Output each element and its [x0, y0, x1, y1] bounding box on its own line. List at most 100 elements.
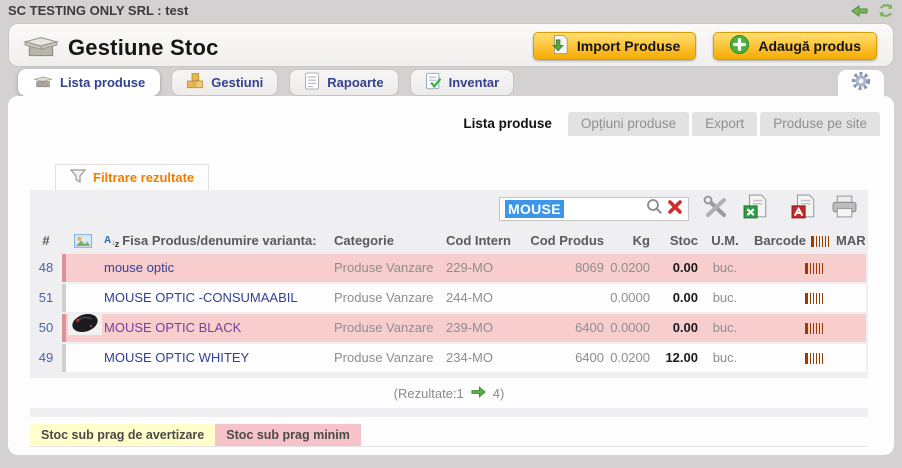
cubes-icon: [186, 72, 204, 93]
stock-legend: Stoc sub prag de avertizare Stoc sub pra…: [30, 424, 868, 447]
tools-icon[interactable]: [703, 195, 729, 224]
um-cell: buc.: [702, 284, 748, 312]
report-document-icon: [304, 72, 320, 93]
plus-circle-icon: [729, 34, 750, 58]
cod-produs-cell: [520, 284, 608, 312]
category-cell: Produse Vanzare: [334, 254, 446, 282]
stock-box-icon: [23, 32, 59, 63]
barcode-icon[interactable]: [805, 352, 824, 364]
results-summary: (Rezultate:1 4): [30, 378, 868, 408]
tab-gestiuni-label: Gestiuni: [211, 75, 264, 90]
um-cell: buc.: [702, 254, 748, 282]
row-number: 48: [38, 260, 54, 275]
tab-rapoarte-label: Rapoarte: [327, 75, 384, 90]
header-category: Categorie: [334, 233, 394, 248]
table-row[interactable]: 50 MOUSE OPTIC BLACK Produse Vanzare 239…: [30, 314, 868, 342]
subtab-lista-produse[interactable]: Lista produse: [450, 112, 565, 136]
table-header-row: # A ↓ z Fisa Produs/denumire varianta: Cat…: [30, 228, 868, 254]
kg-cell: 0.0200: [608, 254, 654, 282]
barcode-icon[interactable]: [805, 292, 824, 304]
search-input[interactable]: MOUSE: [499, 197, 689, 221]
cod-intern-cell: 239-MO: [446, 314, 520, 342]
header-num: #: [42, 233, 50, 248]
settings-tab[interactable]: [838, 70, 884, 96]
gear-icon: [850, 70, 872, 97]
page-title: Gestiune Stoc: [68, 34, 219, 60]
sort-az-icon[interactable]: A ↓ z: [104, 234, 119, 249]
stoc-cell: 0.00: [654, 314, 702, 342]
product-link[interactable]: mouse optic: [104, 260, 174, 275]
subtab-export[interactable]: Export: [692, 112, 758, 136]
category-cell: Produse Vanzare: [334, 314, 446, 342]
add-product-button[interactable]: Adaugă produs: [713, 32, 877, 60]
product-link[interactable]: MOUSE OPTIC BLACK: [104, 320, 241, 335]
table-row[interactable]: 51 MOUSE OPTIC -CONSUMAABIL Produse Vanz…: [30, 284, 868, 312]
tab-inventar-label: Inventar: [448, 75, 500, 90]
table-row[interactable]: 48 mouse optic Produse Vanzare 229-MO 80…: [30, 254, 868, 282]
header-name: Fisa Produs/denumire varianta:: [122, 233, 317, 248]
table-row[interactable]: 49 MOUSE OPTIC WHITEY Produse Vanzare 23…: [30, 344, 868, 372]
mar-cell: [836, 254, 866, 282]
search-input-value: MOUSE: [505, 200, 564, 218]
mar-cell: [836, 314, 866, 342]
green-arrow-icon: [471, 385, 486, 401]
row-number: 49: [38, 350, 54, 365]
mar-cell: [836, 284, 866, 312]
subtab-optiuni-produse-label: Opțiuni produse: [580, 116, 677, 131]
filter-results-button[interactable]: Filtrare rezultate: [55, 164, 210, 190]
row-number: 50: [38, 320, 54, 335]
tab-gestiuni[interactable]: Gestiuni: [171, 69, 279, 96]
category-cell: Produse Vanzare: [334, 284, 446, 312]
refresh-icon[interactable]: [878, 3, 894, 18]
export-excel-icon[interactable]: [743, 194, 769, 225]
cod-produs-cell: 8069: [520, 254, 608, 282]
header-barcode: Barcode: [753, 233, 806, 248]
top-bar: SC TESTING ONLY SRL : test: [0, 0, 902, 22]
product-link[interactable]: MOUSE OPTIC WHITEY: [104, 350, 249, 365]
import-products-button[interactable]: Import Produse: [532, 32, 697, 60]
main-tab-bar: Lista produse Gestiuni Rapoarte Inventar: [18, 69, 515, 96]
mar-cell: [836, 344, 866, 372]
header-kg: Kg: [632, 233, 650, 248]
category-cell: Produse Vanzare: [334, 344, 446, 372]
import-products-label: Import Produse: [576, 38, 681, 54]
back-arrow-icon[interactable]: [851, 4, 868, 18]
um-cell: buc.: [702, 314, 748, 342]
tab-lista-produse-label: Lista produse: [60, 75, 146, 90]
product-image-cell: [62, 254, 104, 282]
filter-results-label: Filtrare rezultate: [93, 170, 195, 185]
subtab-optiuni-produse[interactable]: Opțiuni produse: [567, 112, 690, 136]
import-document-icon: [549, 34, 569, 58]
stoc-cell: 12.00: [654, 344, 702, 372]
export-pdf-icon[interactable]: [791, 194, 817, 225]
results-prefix: (Rezultate:1: [393, 385, 464, 401]
tab-inventar[interactable]: Inventar: [409, 69, 515, 96]
cod-produs-cell: 6400: [520, 314, 608, 342]
product-image-cell: [62, 314, 104, 342]
search-icon[interactable]: [646, 198, 663, 220]
cod-intern-cell: 234-MO: [446, 344, 520, 372]
content-panel: Lista produse Opțiuni produse Export Pro…: [8, 96, 894, 455]
tab-lista-produse[interactable]: Lista produse: [18, 69, 161, 96]
page-header: Gestiune Stoc Import Produse Adaugă prod…: [8, 23, 894, 67]
tab-rapoarte[interactable]: Rapoarte: [289, 69, 399, 96]
product-link[interactable]: MOUSE OPTIC -CONSUMAABIL: [104, 290, 298, 305]
clear-search-icon[interactable]: [667, 198, 683, 220]
um-cell: buc.: [702, 344, 748, 372]
product-table-area: MOUSE # A ↓ z Fisa Produs/denumire varia…: [30, 190, 868, 417]
image-column-icon: [62, 228, 104, 254]
barcode-icon[interactable]: [805, 322, 824, 334]
product-thumbnail-mouse[interactable]: [68, 314, 102, 342]
subtab-produse-pe-site-label: Produse pe site: [773, 116, 867, 131]
sub-tab-bar: Lista produse Opțiuni produse Export Pro…: [450, 112, 880, 136]
subtab-produse-pe-site[interactable]: Produse pe site: [760, 112, 880, 136]
inventory-check-icon: [425, 72, 442, 93]
header-mar: MAR: [836, 233, 866, 248]
barcode-icon[interactable]: [805, 262, 824, 274]
cod-produs-cell: 6400: [520, 344, 608, 372]
header-cod-intern: Cod Intern: [446, 233, 511, 248]
legend-warning-threshold: Stoc sub prag de avertizare: [30, 424, 216, 446]
subtab-export-label: Export: [705, 116, 745, 131]
table-toolbar: MOUSE: [30, 190, 868, 228]
print-icon[interactable]: [831, 194, 858, 224]
